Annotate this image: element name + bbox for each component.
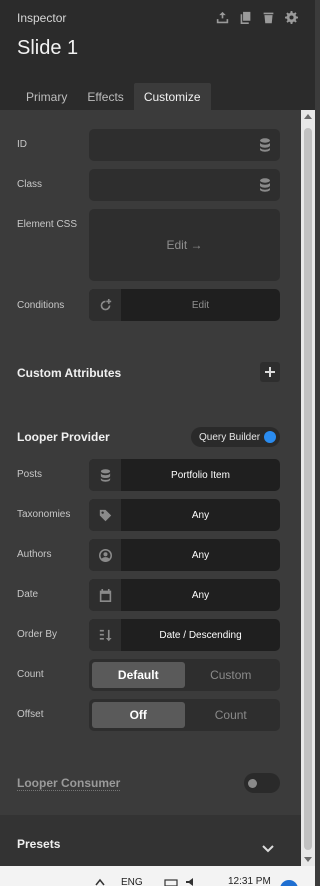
sort-icon [89,619,121,651]
posts-label: Posts [17,469,43,480]
posts-select[interactable]: Portfolio Item [89,459,280,491]
custom-attributes-title: Custom Attributes [17,366,122,380]
chevron-up-icon[interactable] [95,878,105,886]
query-builder-label: Query Builder [199,431,261,443]
user-circle-icon [89,539,121,571]
conditions-label: Conditions [17,300,65,311]
looper-consumer-toggle[interactable] [244,773,280,793]
id-field[interactable] [89,129,280,161]
looper-provider-title: Looper Provider [17,430,110,444]
count-option-custom[interactable]: Custom [185,662,278,688]
tab-effects[interactable]: Effects [77,83,133,110]
element-css-label: Element CSS [17,219,78,230]
chevron-down-icon[interactable] [262,840,274,853]
conditions-edit-button[interactable]: Edit [121,289,280,321]
offset-option-off[interactable]: Off [92,702,185,728]
scroll-down-arrow[interactable] [304,857,312,862]
offset-label: Offset [17,709,44,720]
count-option-default[interactable]: Default [92,662,185,688]
os-taskbar: ENG 12:31 PM [0,866,315,886]
class-field[interactable] [89,169,280,201]
element-css-edit-button[interactable]: Edit → [89,209,280,281]
scroll-up-arrow[interactable] [304,114,312,119]
inspector-header: Inspector Slide 1 Primary Effects Custom… [0,0,315,110]
gear-icon[interactable] [284,10,299,25]
trash-icon[interactable] [261,10,276,25]
move-up-icon[interactable] [215,10,230,25]
count-segmented-control: Default Custom [89,659,280,691]
network-icon[interactable] [164,879,178,886]
panel-scrollbar[interactable] [301,110,315,866]
taxonomies-value: Any [191,509,210,521]
query-builder-toggle[interactable]: Query Builder [191,427,280,447]
clock-time[interactable]: 12:31 PM [228,876,271,886]
tab-customize[interactable]: Customize [133,83,211,110]
toggle-on-indicator [264,431,276,443]
dynamic-content-icon[interactable] [259,178,271,192]
element-title: Slide 1 [17,37,79,59]
authors-label: Authors [17,549,52,560]
database-icon [89,459,121,491]
inspector-tabs: Primary Effects Customize [16,83,211,110]
customize-panel: ID Class Element CSS Edit → Conditions E… [0,110,301,866]
offset-segmented-control: Off Count [89,699,280,731]
order-by-label: Order By [17,629,58,640]
scroll-thumb[interactable] [304,128,312,850]
copy-icon[interactable] [238,10,253,25]
toggle-knob [248,779,257,788]
posts-value: Portfolio Item [171,469,230,481]
tag-icon [89,499,121,531]
taxonomies-label: Taxonomies [17,509,71,520]
presets-title: Presets [17,837,61,851]
authors-value: Any [191,549,210,561]
volume-icon[interactable] [185,878,197,886]
count-label: Count [17,669,44,680]
class-label: Class [17,179,43,190]
date-label: Date [17,589,39,600]
app-title: Inspector [17,11,67,25]
presets-section[interactable]: Presets [0,816,301,866]
dynamic-content-icon[interactable] [259,138,271,152]
conditions-icon [89,289,121,321]
add-attribute-button[interactable] [260,362,280,382]
notification-icon[interactable] [280,880,298,886]
date-select[interactable]: Any [89,579,280,611]
language-indicator[interactable]: ENG [121,877,143,886]
order-by-value: Date / Descending [159,629,242,641]
order-by-select[interactable]: Date / Descending [89,619,280,651]
plus-icon [265,367,275,377]
id-label: ID [17,139,27,150]
conditions-field[interactable]: Edit [89,289,280,321]
date-value: Any [191,589,210,601]
header-toolbar [215,10,299,25]
taxonomies-select[interactable]: Any [89,499,280,531]
calendar-icon [89,579,121,611]
tab-primary[interactable]: Primary [16,83,77,110]
offset-option-count[interactable]: Count [185,702,278,728]
looper-consumer-title: Looper Consumer [17,776,121,791]
authors-select[interactable]: Any [89,539,280,571]
